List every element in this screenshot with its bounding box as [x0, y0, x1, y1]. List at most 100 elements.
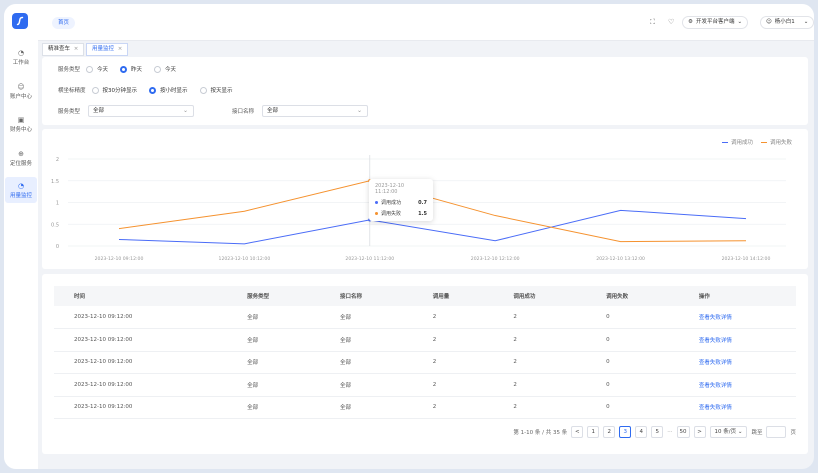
page-button-last[interactable]: 50	[676, 426, 690, 438]
sidebar-item-label: 用量监控	[9, 192, 32, 199]
table-cell: 0	[586, 306, 679, 329]
pagination: 第 1-10 条 / 共 35 条 < 1 2 3 4 5 ··· 50 > 1…	[513, 426, 796, 438]
pagination-summary: 第 1-10 条 / 共 35 条	[513, 430, 568, 436]
usage-table: 时间 服务类型 接口名称 调用量 调用成功 调用失败 操作 2023-12-10 09:12…	[54, 286, 796, 419]
user-name: 杨小白1	[774, 19, 795, 25]
radio-yesterday[interactable]: 昨天	[120, 65, 142, 73]
radio-label: 按30分钟显示	[102, 88, 138, 94]
view-failure-details-link[interactable]: 查看失败详情	[678, 351, 796, 374]
column-header: 服务类型	[247, 294, 270, 300]
user-menu[interactable]: ☺ 杨小白1 ⌄	[760, 16, 814, 29]
service-type-radio-group: 服务类型 今天 昨天 今天	[58, 65, 188, 73]
table-cell: 全部	[319, 328, 413, 352]
page-button-5[interactable]: 5	[651, 426, 664, 438]
view-failure-details-link[interactable]: 查看失败详情	[678, 328, 796, 352]
view-failure-details-link[interactable]: 查看失败详情	[678, 306, 796, 329]
table-cell: 2023-12-10 09:12:00	[54, 396, 228, 419]
radio-hourly[interactable]: 按小时显示	[149, 86, 188, 94]
radio-today[interactable]: 今天	[86, 65, 108, 73]
page-button-2[interactable]: 2	[603, 426, 616, 438]
logo-icon	[16, 16, 24, 26]
user-icon: ☺	[17, 82, 25, 91]
view-failure-details-link[interactable]: 查看失败详情	[678, 396, 796, 419]
sidebar-item-location[interactable]: ⊕ 定位服务	[5, 145, 37, 171]
wallet-icon: ▣	[17, 115, 25, 124]
table-cell: 2	[412, 396, 494, 419]
sidebar-item-finance[interactable]: ▣ 财务中心	[5, 111, 37, 137]
granularity-label: 横坐标精度	[58, 88, 86, 94]
table-cell: 全部	[319, 306, 413, 329]
jump-page-input[interactable]	[766, 426, 787, 438]
service-type-label: 服务类型	[58, 67, 81, 73]
sidebar-item-usage-monitor[interactable]: ◔ 用量监控	[5, 177, 37, 203]
table-cell: 2	[493, 373, 587, 397]
prev-page-button[interactable]: <	[571, 426, 584, 438]
table-row: 2023-12-10 09:12:00 全部 全部 2 2 0 查看失败详情	[54, 351, 796, 374]
sidebar-item-label: 工作台	[12, 59, 30, 66]
fullscreen-icon[interactable]: ⛶	[650, 18, 655, 27]
radio-circle-icon	[86, 65, 94, 73]
radio-circle-icon	[154, 65, 162, 73]
table-cell: 2	[412, 328, 494, 352]
table-cell: 全部	[227, 328, 320, 352]
tab-usage-monitor[interactable]: 用量监控 ×	[86, 43, 129, 56]
table-cell: 2023-12-10 09:12:00	[54, 351, 228, 374]
page-tabs: 精准查车 × 用量监控 ×	[38, 40, 814, 56]
chevron-down-icon: ⌄	[737, 19, 743, 25]
dashboard-icon: ◔	[17, 48, 25, 57]
select-value: 全部	[93, 108, 105, 114]
view-failure-details-link[interactable]: 查看失败详情	[678, 373, 796, 397]
table-cell: 0	[586, 396, 679, 419]
radio-label: 按小时显示	[160, 88, 188, 94]
page-button-3[interactable]: 3	[619, 426, 632, 438]
home-button[interactable]: 首页	[52, 17, 76, 29]
tab-label: 用量监控	[92, 46, 115, 52]
tooltip-title: 2023-12-10 11:12:00	[375, 183, 405, 195]
platform-client-label: 开发平台客户端	[695, 19, 735, 25]
radio-30min[interactable]: 按30分钟显示	[91, 86, 138, 94]
radio-daily[interactable]: 按天显示	[199, 86, 233, 94]
table-cell: 0	[586, 351, 679, 374]
table-cell: 全部	[227, 396, 320, 419]
series-dot	[375, 201, 378, 204]
close-icon[interactable]: ×	[118, 46, 123, 52]
page-size-select[interactable]: 10 条/页 ⌄	[709, 426, 748, 438]
platform-client-button[interactable]: ⚙ 开发平台客户端 ⌄	[682, 16, 749, 29]
radio-today-2[interactable]: 今天	[154, 65, 176, 73]
column-header: 调用成功	[513, 294, 536, 300]
sidebar: ◔ 工作台 ☺ 账户中心 ▣ 财务中心 ⊕ 定位服务 ◔ 用量监控	[4, 4, 38, 469]
table-row: 2023-12-10 09:12:00 全部 全部 2 2 0 查看失败详情	[54, 306, 796, 329]
sidebar-item-account[interactable]: ☺ 账户中心	[5, 78, 37, 104]
radio-label: 今天	[165, 67, 177, 73]
page-button-4[interactable]: 4	[635, 426, 648, 438]
page-button-1[interactable]: 1	[587, 426, 600, 438]
app-logo[interactable]	[12, 13, 28, 29]
table-row: 2023-12-10 09:12:00 全部 全部 2 2 0 查看失败详情	[54, 328, 796, 352]
radio-label: 按天显示	[210, 88, 233, 94]
tooltip-value: 0.7	[418, 199, 427, 206]
tooltip-row-success: 调用成功 0.7	[375, 199, 427, 206]
pagination-ellipsis[interactable]: ···	[667, 429, 672, 435]
table-cell: 2023-12-10 09:12:00	[54, 373, 228, 397]
radio-label: 今天	[97, 67, 109, 73]
x-tick-label: 2023-12-10 12:12:00	[471, 256, 520, 262]
settings-icon: ⚙	[688, 19, 693, 25]
x-tick-label: 2023-12-10 13:12:00	[596, 256, 645, 262]
next-page-button[interactable]: >	[693, 426, 706, 438]
sidebar-item-workbench[interactable]: ◔ 工作台	[5, 44, 37, 70]
radio-label: 昨天	[131, 67, 143, 73]
location-icon: ⊕	[18, 149, 24, 158]
chevron-down-icon: ⌄	[356, 107, 362, 114]
api-name-select[interactable]: 全部 ⌄	[262, 105, 368, 117]
table-cell: 2	[493, 396, 587, 419]
service-type-select[interactable]: 全部 ⌄	[88, 105, 194, 117]
y-tick-label: 1.5	[51, 179, 59, 185]
tooltip-row-failure: 调用失败 1.5	[375, 210, 427, 217]
select-value: 全部	[267, 108, 279, 114]
column-header: 调用失败	[606, 294, 629, 300]
tab-precise-car-search[interactable]: 精准查车 ×	[42, 43, 85, 56]
bell-icon[interactable]: ♡	[668, 18, 674, 27]
close-icon[interactable]: ×	[74, 46, 79, 52]
api-name-label: 接口名称	[232, 109, 255, 115]
service-select-label: 服务类型	[58, 109, 81, 115]
